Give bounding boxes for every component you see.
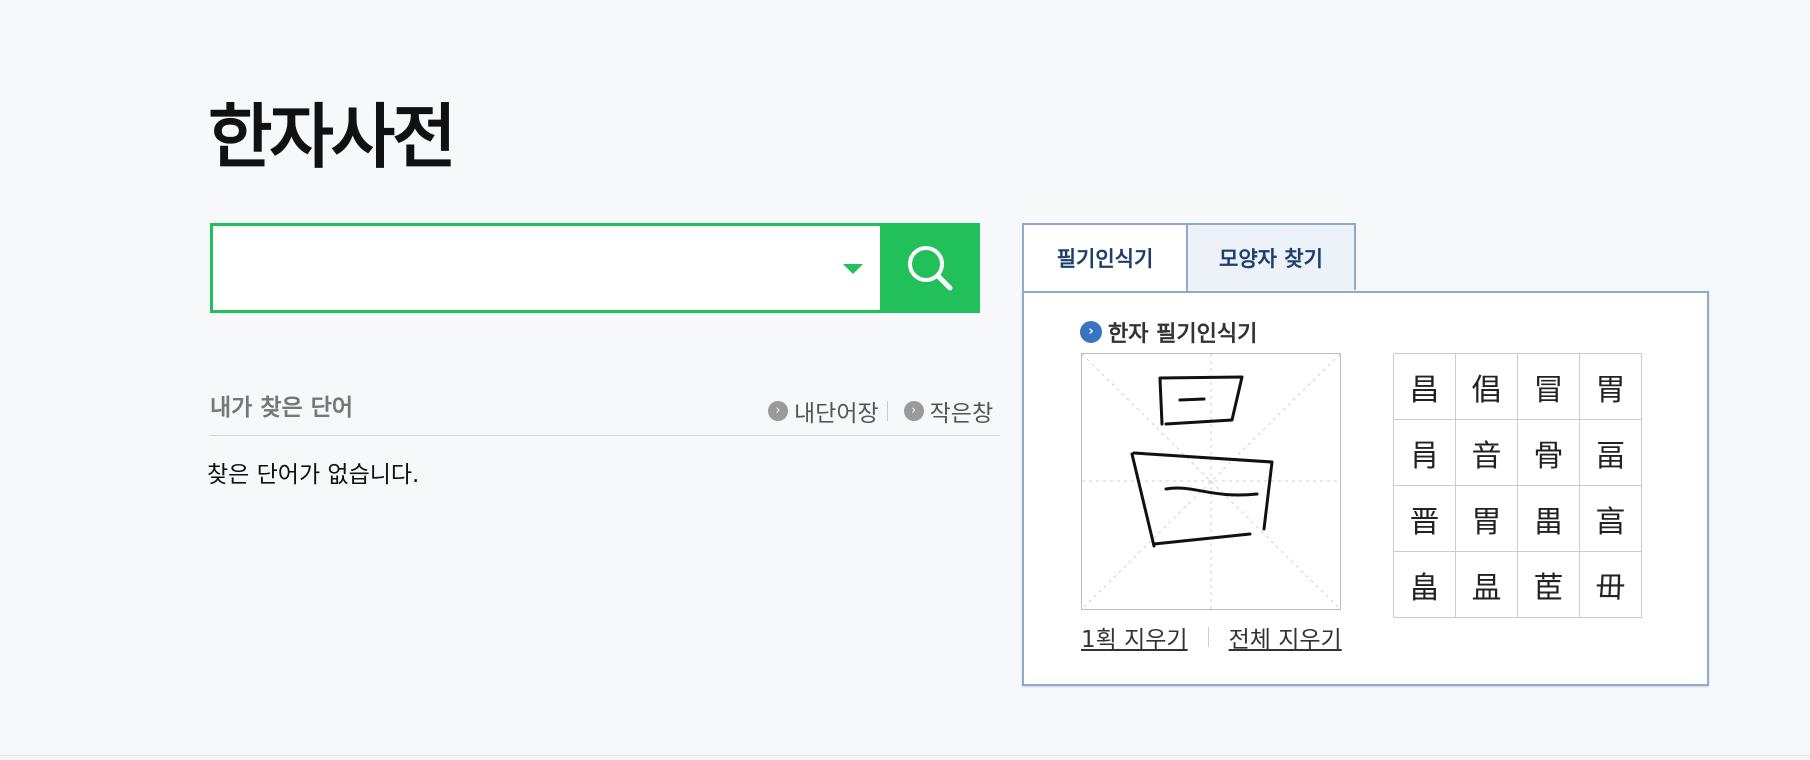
handwriting-strokes bbox=[1082, 354, 1340, 609]
empty-message: 찾은 단어가 없습니다. bbox=[207, 462, 420, 488]
small-window-link[interactable]: › 작은창 bbox=[903, 394, 994, 428]
candidate-char[interactable]: 骨 bbox=[1518, 420, 1580, 486]
panel-tabs: 필기인식기 모양자 찾기 bbox=[1022, 223, 1356, 291]
search-input[interactable] bbox=[213, 226, 865, 310]
candidate-grid: 昌 倡 冒 胃 肙 音 骨 畐 晋 胃 畕 亯 畠 昷 茞 毌 bbox=[1393, 353, 1642, 618]
arrow-right-icon: › bbox=[903, 401, 924, 421]
chevron-down-icon[interactable] bbox=[843, 264, 863, 274]
candidate-char[interactable]: 音 bbox=[1456, 420, 1518, 486]
page-title: 한자사전 bbox=[208, 96, 457, 178]
candidate-char[interactable]: 胃 bbox=[1580, 354, 1642, 420]
candidate-char[interactable]: 毌 bbox=[1580, 552, 1642, 618]
clear-links: 1획 지우기 전체 지우기 bbox=[1081, 620, 1342, 654]
candidate-char[interactable]: 昷 bbox=[1456, 552, 1518, 618]
candidate-char[interactable]: 畕 bbox=[1518, 486, 1580, 552]
handwriting-canvas[interactable] bbox=[1081, 353, 1341, 610]
divider bbox=[1207, 627, 1209, 647]
search-box bbox=[210, 223, 980, 313]
search-icon bbox=[908, 246, 953, 291]
recent-links: › 내단어장 › 작은창 bbox=[768, 394, 993, 428]
candidate-char[interactable]: 昌 bbox=[1394, 354, 1456, 420]
candidate-char[interactable]: 倡 bbox=[1456, 354, 1518, 420]
divider bbox=[886, 401, 888, 421]
candidate-char[interactable]: 冒 bbox=[1518, 354, 1580, 420]
candidate-char[interactable]: 畠 bbox=[1394, 552, 1456, 618]
panel-heading: › 한자 필기인식기 bbox=[1080, 316, 1257, 348]
my-wordbook-label: 내단어장 bbox=[794, 401, 879, 427]
panel-heading-label: 한자 필기인식기 bbox=[1108, 322, 1258, 347]
tab-handwriting[interactable]: 필기인식기 bbox=[1022, 223, 1188, 291]
divider bbox=[210, 435, 1000, 436]
undo-stroke-link[interactable]: 1획 지우기 bbox=[1081, 620, 1188, 654]
arrow-right-icon: › bbox=[768, 401, 788, 421]
candidate-char[interactable]: 胃 bbox=[1456, 486, 1518, 552]
clear-all-link[interactable]: 전체 지우기 bbox=[1229, 620, 1342, 654]
search-button[interactable] bbox=[880, 223, 980, 313]
candidate-char[interactable]: 亯 bbox=[1580, 486, 1642, 552]
divider bbox=[0, 755, 1810, 756]
candidate-char[interactable]: 畐 bbox=[1580, 420, 1642, 486]
small-window-label: 작은창 bbox=[929, 401, 994, 427]
arrow-right-icon: › bbox=[1080, 321, 1102, 343]
candidate-char[interactable]: 茞 bbox=[1518, 552, 1580, 618]
candidate-char[interactable]: 肙 bbox=[1394, 420, 1456, 486]
my-wordbook-link[interactable]: › 내단어장 bbox=[768, 394, 879, 428]
recent-words-title: 내가 찾은 단어 bbox=[210, 395, 353, 421]
candidate-char[interactable]: 晋 bbox=[1394, 486, 1456, 552]
tab-shape-search[interactable]: 모양자 찾기 bbox=[1186, 223, 1356, 290]
